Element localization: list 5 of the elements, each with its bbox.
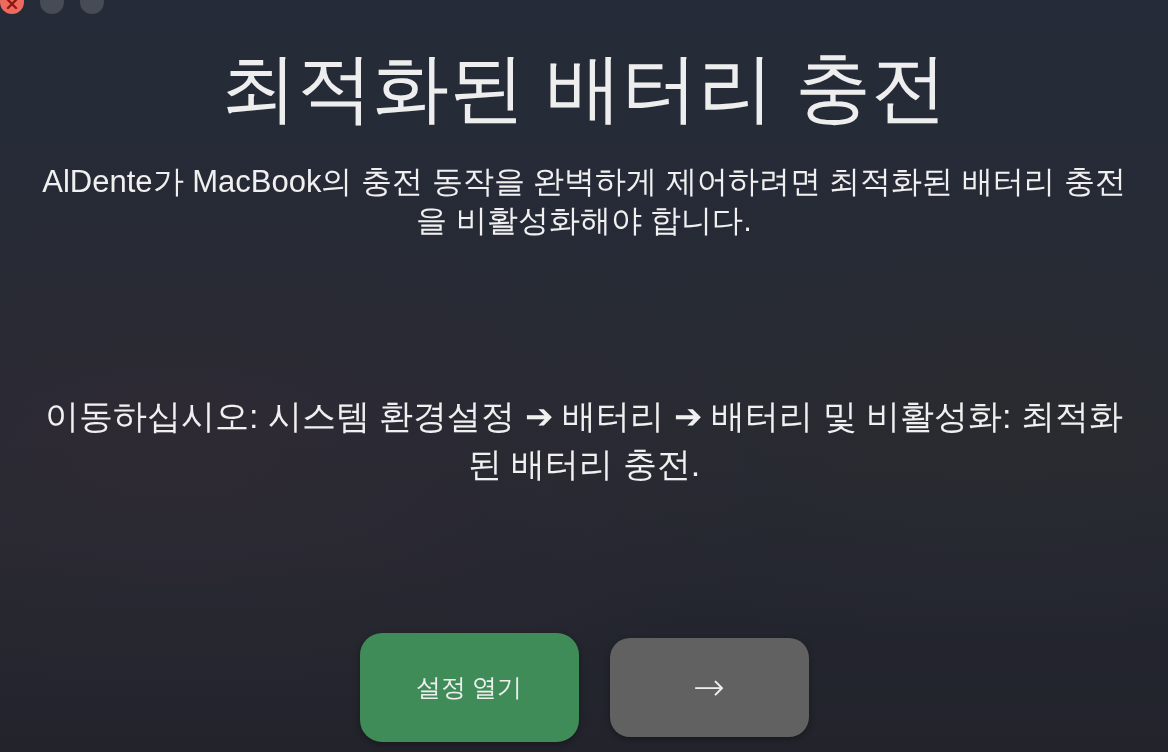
instruction-text: 이동하십시오: 시스템 환경설정 ➔ 배터리 ➔ 배터리 및 비활성화: 최적화된 배터리 충전. — [44, 396, 1124, 485]
next-button[interactable]: → — [609, 638, 809, 737]
title: 최적화된 배터리 충전 — [220, 44, 948, 132]
description-text: AlDente가 MacBook의 충전 동작을 완벽하게 제어하려면 최적화된 배터리 충전을 비활성화해야 합니다. — [41, 163, 1127, 240]
open-settings-button[interactable]: 설정 열기 — [359, 633, 579, 742]
